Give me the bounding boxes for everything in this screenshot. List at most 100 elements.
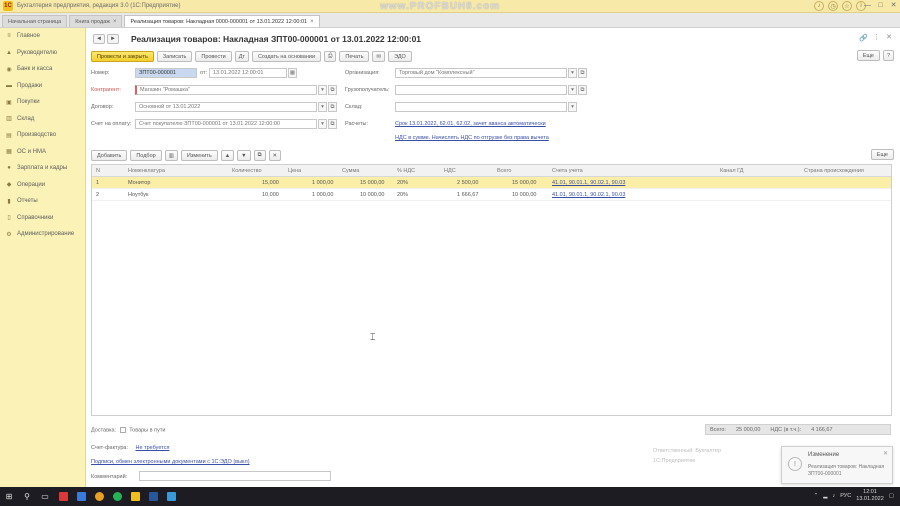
invoice-link[interactable]: Не требуется bbox=[136, 445, 170, 451]
save-button[interactable]: Записать bbox=[156, 51, 193, 62]
sidebar-item-purchases[interactable]: ▣ Покупки bbox=[0, 94, 85, 111]
sidebar-item-bank[interactable]: ◉ Банк и касса bbox=[0, 61, 85, 78]
notification-text[interactable]: Реализация товаров: Накладная ЗПТ00-0000… bbox=[808, 464, 888, 478]
sidebar-item-assets[interactable]: ▦ ОС и НМА bbox=[0, 144, 85, 161]
column-header[interactable]: Канал ГД bbox=[720, 168, 743, 174]
close-icon[interactable]: × bbox=[310, 19, 314, 25]
delete-icon[interactable]: ✕ bbox=[268, 150, 282, 161]
sidebar-item-admin[interactable]: ⚙ Администрирование bbox=[0, 226, 85, 243]
forward-button[interactable]: ► bbox=[107, 34, 119, 44]
column-header[interactable]: Всего bbox=[497, 168, 511, 174]
app-word-icon[interactable] bbox=[144, 487, 162, 506]
counterparty-field[interactable]: Магазин "Ромашка" bbox=[135, 85, 317, 95]
column-header[interactable]: % НДС bbox=[397, 168, 415, 174]
open-icon[interactable]: ⧉ bbox=[328, 102, 337, 112]
edo-link[interactable]: Подписи, обмен электронными документами … bbox=[91, 459, 250, 465]
table-row[interactable]: 2 Ноутбук 10,000 1 000,00 10 000,00 20% … bbox=[92, 189, 891, 201]
column-header[interactable]: Счета учета bbox=[552, 168, 583, 174]
network-icon[interactable]: ▂ bbox=[823, 493, 827, 499]
table-row[interactable]: 1 Монитор 15,000 1 000,00 15 000,00 20% … bbox=[92, 177, 891, 189]
sidebar-item-catalogs[interactable]: ▯ Справочники bbox=[0, 210, 85, 227]
app-blue-icon[interactable] bbox=[162, 487, 180, 506]
bell-icon[interactable]: ♪ bbox=[814, 1, 824, 11]
sidebar-item-production[interactable]: ▤ Производство bbox=[0, 127, 85, 144]
language-indicator[interactable]: РУС bbox=[840, 493, 851, 499]
calendar-icon[interactable]: ▦ bbox=[288, 68, 297, 78]
close-icon[interactable]: ✕ bbox=[886, 33, 892, 41]
help-button[interactable]: ? bbox=[883, 50, 894, 61]
start-icon[interactable]: ⊞ bbox=[0, 487, 18, 506]
table-more-button[interactable]: Еще bbox=[870, 149, 894, 160]
comment-field[interactable] bbox=[139, 471, 331, 481]
edo-button[interactable]: ЭДО bbox=[388, 51, 412, 62]
settlements-link[interactable]: Срок 13.01.2022, 62.01, 62.02, зачет ава… bbox=[395, 121, 546, 127]
create-based-on-button[interactable]: Создать на основании bbox=[251, 51, 322, 62]
open-icon[interactable]: ⧉ bbox=[328, 119, 337, 129]
column-header[interactable]: Номенклатура bbox=[128, 168, 165, 174]
column-header[interactable]: НДС bbox=[444, 168, 456, 174]
attach-icon[interactable]: ✉ bbox=[372, 51, 386, 62]
taskview-icon[interactable]: ▭ bbox=[36, 487, 54, 506]
sidebar-item-sales[interactable]: ▬ Продажи bbox=[0, 78, 85, 95]
column-header[interactable]: Страна происхождения bbox=[804, 168, 864, 174]
search-icon[interactable]: ⚲ bbox=[18, 487, 36, 506]
star-icon[interactable]: ☆ bbox=[842, 1, 852, 11]
dropdown-icon[interactable]: ▾ bbox=[318, 119, 327, 129]
notification-popup[interactable]: ! Изменение Реализация товаров: Накладна… bbox=[781, 446, 893, 484]
dropdown-icon[interactable]: ▾ bbox=[318, 85, 327, 95]
link-icon[interactable]: 🔗 bbox=[859, 34, 868, 42]
move-down-icon[interactable]: ▼ bbox=[237, 150, 251, 161]
more-button[interactable]: Еще bbox=[856, 50, 880, 61]
date-field[interactable]: 13.01.2022 12:00:01 bbox=[209, 68, 287, 78]
goods-in-transit-checkbox[interactable] bbox=[119, 427, 126, 433]
maximize-button[interactable]: □ bbox=[876, 1, 885, 11]
close-window-button[interactable]: ✕ bbox=[889, 1, 898, 11]
post-button[interactable]: Провести bbox=[195, 51, 232, 62]
volume-icon[interactable]: ♪ bbox=[833, 493, 836, 499]
clock[interactable]: 12:01 13.01.2022 bbox=[856, 489, 884, 503]
add-row-button[interactable]: Добавить bbox=[91, 150, 128, 161]
sidebar-item-operations[interactable]: ◆ Операции bbox=[0, 177, 85, 194]
tab-sales-document[interactable]: Реализация товаров: Накладная 0000-00000… bbox=[124, 15, 320, 27]
tab-sales-book[interactable]: Книга продаж × bbox=[69, 15, 123, 27]
column-header[interactable]: Количество bbox=[232, 168, 262, 174]
sidebar-item-reports[interactable]: ▮ Отчеты bbox=[0, 193, 85, 210]
organization-field[interactable]: Торговый дом "Комплексный" bbox=[395, 68, 567, 78]
back-button[interactable]: ◄ bbox=[93, 34, 105, 44]
sidebar-item-warehouse[interactable]: ▥ Склад bbox=[0, 111, 85, 128]
history-icon[interactable]: ◷ bbox=[828, 1, 838, 11]
dropdown-icon[interactable]: ▾ bbox=[568, 102, 577, 112]
close-icon[interactable]: × bbox=[113, 19, 117, 25]
minimize-button[interactable]: — bbox=[863, 1, 872, 11]
open-icon[interactable]: ⧉ bbox=[578, 68, 587, 78]
vat-link[interactable]: НДС в сумме. Начислять НДС по отгрузке б… bbox=[395, 135, 549, 141]
app-browser-icon[interactable] bbox=[90, 487, 108, 506]
sidebar-item-staff[interactable]: ● Зарплата и кадры bbox=[0, 160, 85, 177]
print-button[interactable]: Печать bbox=[339, 51, 370, 62]
close-icon[interactable]: ✕ bbox=[883, 450, 888, 457]
app-1c-icon[interactable] bbox=[126, 487, 144, 506]
chevron-up-icon[interactable]: ⌃ bbox=[814, 493, 819, 499]
warehouse-field[interactable] bbox=[395, 102, 567, 112]
dropdown-icon[interactable]: ▾ bbox=[568, 68, 577, 78]
open-icon[interactable]: ⧉ bbox=[578, 85, 587, 95]
open-icon[interactable]: ⧉ bbox=[328, 85, 337, 95]
post-and-close-button[interactable]: Провести и закрыть bbox=[91, 51, 154, 62]
notifications-icon[interactable]: ▢ bbox=[889, 493, 894, 499]
change-button[interactable]: Изменить bbox=[180, 150, 218, 161]
dt-kt-button[interactable]: Дт bbox=[234, 51, 249, 62]
sidebar-item-main[interactable]: ≡ Главное bbox=[0, 28, 85, 45]
column-header[interactable]: Цена bbox=[288, 168, 301, 174]
pick-button[interactable]: Подбор bbox=[130, 150, 162, 161]
contract-field[interactable]: Основной от 13.01.2022 bbox=[135, 102, 317, 112]
app-mail-icon[interactable] bbox=[72, 487, 90, 506]
column-header[interactable]: Сумма bbox=[342, 168, 359, 174]
move-up-icon[interactable]: ▲ bbox=[220, 150, 235, 161]
number-field[interactable]: ЗПТ00-000001 bbox=[135, 68, 197, 78]
more-icon[interactable]: ⋮ bbox=[873, 33, 880, 41]
dropdown-icon[interactable]: ▾ bbox=[568, 85, 577, 95]
sidebar-item-manager[interactable]: ▲ Руководителю bbox=[0, 45, 85, 62]
column-header[interactable]: N bbox=[96, 168, 100, 174]
app-whatsapp-icon[interactable] bbox=[108, 487, 126, 506]
payment-account-field[interactable]: Счет покупателю ЗПТ00-000001 от 13.01.20… bbox=[135, 119, 317, 129]
